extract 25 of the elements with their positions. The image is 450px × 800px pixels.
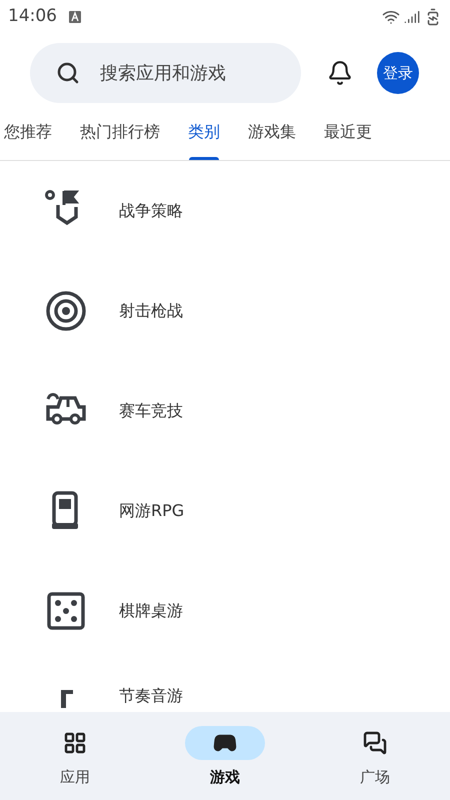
- nav-tab[interactable]: 游戏: [150, 712, 300, 800]
- category-tab[interactable]: 热门排行榜: [66, 104, 174, 160]
- category-item[interactable]: 网游RPG: [0, 461, 450, 561]
- nav-tab[interactable]: 应用: [0, 712, 150, 800]
- category-item[interactable]: 棋牌桌游: [0, 561, 450, 661]
- grid-icon: [63, 731, 87, 755]
- category-item[interactable]: 射击枪战: [0, 261, 450, 361]
- category-tab[interactable]: 您推荐: [0, 104, 66, 160]
- signal-icon: [404, 8, 420, 24]
- category-item[interactable]: 赛车竞技: [0, 361, 450, 461]
- search-field[interactable]: 搜索应用和游戏: [30, 43, 301, 103]
- category-tab[interactable]: 游戏集: [234, 104, 310, 160]
- search-icon: [56, 61, 80, 85]
- category-item[interactable]: 战争策略: [0, 161, 450, 261]
- login-button[interactable]: 登录: [377, 52, 419, 94]
- nav-tab[interactable]: 广场: [300, 712, 450, 800]
- notification-icon: [69, 10, 81, 22]
- target-icon: [44, 289, 88, 333]
- status-time: 14:06: [8, 4, 57, 28]
- category-tab[interactable]: 类别: [174, 104, 234, 160]
- chat-bubbles-icon: [363, 731, 387, 755]
- category-tab[interactable]: 最近更: [310, 104, 386, 160]
- flag-icon: [61, 690, 73, 708]
- notification-bell-icon[interactable]: [327, 60, 353, 86]
- category-item[interactable]: 节奏音游: [0, 661, 450, 711]
